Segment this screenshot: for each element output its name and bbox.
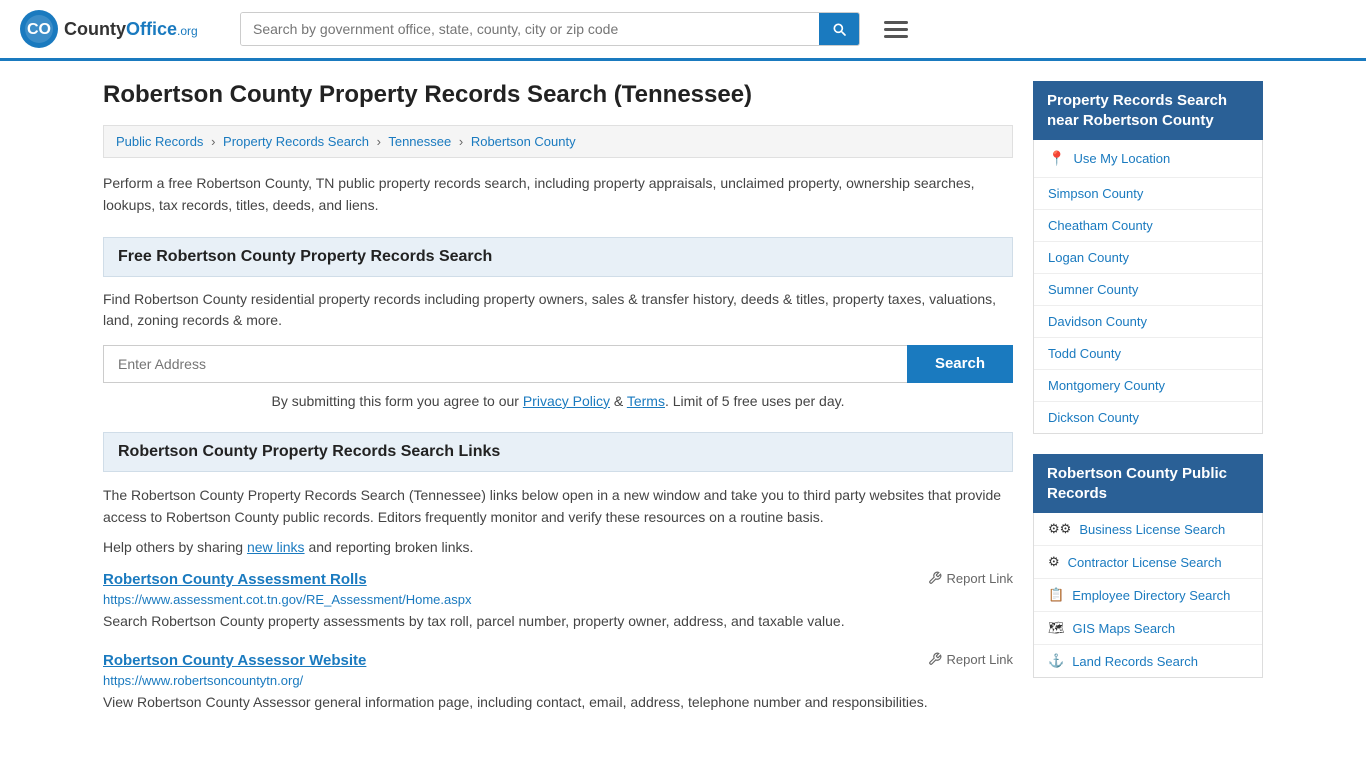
address-search-button[interactable]: Search	[907, 345, 1013, 383]
site-header: CO CountyOffice.org	[0, 0, 1366, 61]
breadcrumb-robertson-county[interactable]: Robertson County	[471, 134, 576, 149]
business-license-link[interactable]: Business License Search	[1079, 522, 1225, 537]
address-input[interactable]	[103, 345, 907, 383]
sumner-county-link[interactable]: Sumner County	[1048, 282, 1138, 297]
land-records-link[interactable]: Land Records Search	[1072, 654, 1198, 669]
privacy-policy-link[interactable]: Privacy Policy	[523, 393, 610, 409]
logan-county-link[interactable]: Logan County	[1048, 250, 1129, 265]
links-section-header: Robertson County Property Records Search…	[103, 432, 1013, 472]
public-records-section: Robertson County Public Records ⚙⚙ Busin…	[1033, 454, 1263, 678]
sidebar-item-gis-maps[interactable]: 🗺 GIS Maps Search	[1034, 612, 1262, 645]
svg-text:CO: CO	[27, 21, 51, 38]
links-intro: The Robertson County Property Records Se…	[103, 484, 1013, 529]
record-link-desc-assessment-rolls: Search Robertson County property assessm…	[103, 611, 1013, 632]
content-area: Robertson County Property Records Search…	[103, 81, 1013, 733]
logo-icon: CO	[20, 10, 58, 48]
nearby-section-header: Property Records Search near Robertson C…	[1033, 81, 1263, 140]
search-icon	[831, 21, 847, 37]
hamburger-line	[884, 21, 908, 24]
sidebar-item-dickson[interactable]: Dickson County	[1034, 402, 1262, 433]
form-disclaimer: By submitting this form you agree to our…	[103, 391, 1013, 412]
share-links-text: Help others by sharing new links and rep…	[103, 539, 1013, 555]
record-link-title-assessor[interactable]: Robertson County Assessor Website	[103, 652, 366, 669]
sidebar-item-sumner[interactable]: Sumner County	[1034, 274, 1262, 306]
sidebar-item-todd[interactable]: Todd County	[1034, 338, 1262, 370]
nearby-section-body: 📍 Use My Location Simpson County Cheatha…	[1033, 140, 1263, 434]
record-link-desc-assessor: View Robertson County Assessor general i…	[103, 692, 1013, 713]
global-search-button[interactable]	[819, 13, 859, 45]
record-link-url-assessor: https://www.robertsoncountytn.org/	[103, 673, 1013, 688]
public-records-body: ⚙⚙ Business License Search ⚙ Contractor …	[1033, 513, 1263, 678]
report-icon-2	[928, 652, 942, 666]
report-link-button[interactable]: Report Link	[928, 571, 1013, 586]
report-link-button-2[interactable]: Report Link	[928, 652, 1013, 667]
page-title: Robertson County Property Records Search…	[103, 81, 1013, 109]
pin-icon: 📍	[1048, 150, 1065, 167]
sidebar-item-contractor-license[interactable]: ⚙ Contractor License Search	[1034, 546, 1262, 579]
logo-area: CO CountyOffice.org	[20, 10, 220, 48]
sidebar-item-davidson[interactable]: Davidson County	[1034, 306, 1262, 338]
record-link-title-row-2: Robertson County Assessor Website Report…	[103, 652, 1013, 669]
sidebar-item-cheatham[interactable]: Cheatham County	[1034, 210, 1262, 242]
sidebar-item-business-license[interactable]: ⚙⚙ Business License Search	[1034, 513, 1262, 546]
use-location-item[interactable]: 📍 Use My Location	[1034, 140, 1262, 178]
sidebar-item-employee-directory[interactable]: 📋 Employee Directory Search	[1034, 579, 1262, 612]
record-link-title-assessment-rolls[interactable]: Robertson County Assessment Rolls	[103, 571, 367, 588]
main-container: Robertson County Property Records Search…	[83, 61, 1283, 753]
davidson-county-link[interactable]: Davidson County	[1048, 314, 1147, 329]
intro-text: Perform a free Robertson County, TN publ…	[103, 172, 1013, 217]
dickson-county-link[interactable]: Dickson County	[1048, 410, 1139, 425]
sidebar: Property Records Search near Robertson C…	[1033, 81, 1263, 733]
simpson-county-link[interactable]: Simpson County	[1048, 186, 1143, 201]
public-records-header: Robertson County Public Records	[1033, 454, 1263, 513]
breadcrumb: Public Records › Property Records Search…	[103, 125, 1013, 158]
global-search-bar	[240, 12, 860, 46]
breadcrumb-property-records-search[interactable]: Property Records Search	[223, 134, 369, 149]
terms-link[interactable]: Terms	[627, 393, 665, 409]
hamburger-line	[884, 28, 908, 31]
breadcrumb-tennessee[interactable]: Tennessee	[388, 134, 451, 149]
breadcrumb-public-records[interactable]: Public Records	[116, 134, 203, 149]
report-icon	[928, 571, 942, 585]
address-search-row: Search	[103, 345, 1013, 383]
record-link-item: Robertson County Assessor Website Report…	[103, 652, 1013, 713]
map-icon: 🗺	[1048, 620, 1065, 636]
sidebar-item-simpson[interactable]: Simpson County	[1034, 178, 1262, 210]
free-search-desc: Find Robertson County residential proper…	[103, 289, 1013, 331]
use-location-link[interactable]: Use My Location	[1073, 151, 1170, 166]
anchor-icon: ⚓	[1048, 653, 1064, 669]
sidebar-item-logan[interactable]: Logan County	[1034, 242, 1262, 274]
hamburger-menu-button[interactable]	[880, 17, 912, 42]
record-link-url-assessment-rolls: https://www.assessment.cot.tn.gov/RE_Ass…	[103, 592, 1013, 607]
global-search-input[interactable]	[241, 13, 819, 45]
free-search-section: Free Robertson County Property Records S…	[103, 237, 1013, 412]
employee-directory-link[interactable]: Employee Directory Search	[1072, 588, 1230, 603]
logo-text: CountyOffice.org	[64, 19, 198, 40]
record-link-item: Robertson County Assessment Rolls Report…	[103, 571, 1013, 632]
gear-icon-2: ⚙	[1048, 554, 1060, 570]
free-search-header: Free Robertson County Property Records S…	[103, 237, 1013, 277]
hamburger-line	[884, 35, 908, 38]
montgomery-county-link[interactable]: Montgomery County	[1048, 378, 1165, 393]
nearby-section: Property Records Search near Robertson C…	[1033, 81, 1263, 434]
record-link-title-row: Robertson County Assessment Rolls Report…	[103, 571, 1013, 588]
sidebar-item-montgomery[interactable]: Montgomery County	[1034, 370, 1262, 402]
cheatham-county-link[interactable]: Cheatham County	[1048, 218, 1153, 233]
sidebar-item-land-records[interactable]: ⚓ Land Records Search	[1034, 645, 1262, 677]
gis-maps-link[interactable]: GIS Maps Search	[1073, 621, 1176, 636]
new-links-link[interactable]: new links	[247, 539, 305, 555]
links-section: Robertson County Property Records Search…	[103, 432, 1013, 713]
book-icon: 📋	[1048, 587, 1064, 603]
todd-county-link[interactable]: Todd County	[1048, 346, 1121, 361]
contractor-license-link[interactable]: Contractor License Search	[1068, 555, 1222, 570]
gear-icon: ⚙⚙	[1048, 521, 1071, 537]
